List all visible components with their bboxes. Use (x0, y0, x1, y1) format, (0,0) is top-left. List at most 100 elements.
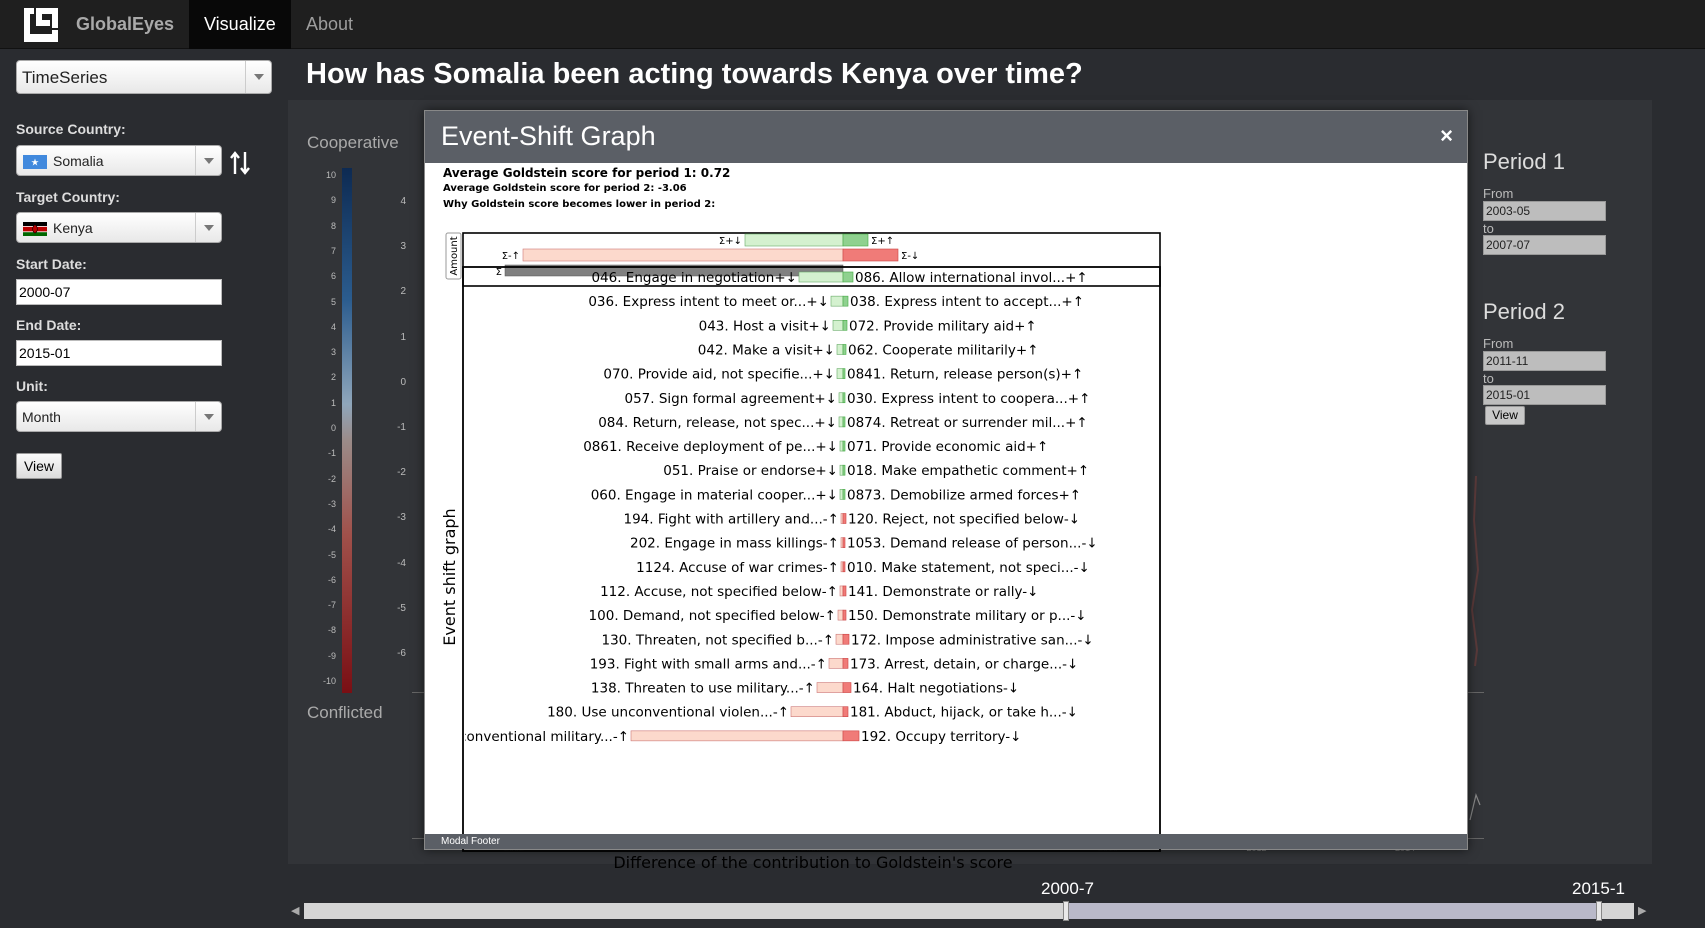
close-icon[interactable]: × (1440, 123, 1453, 149)
scale-tick-label: -3 (327, 498, 336, 509)
period2-to-input[interactable] (1483, 385, 1606, 405)
view-type-value: TimeSeries (22, 68, 108, 87)
unit-select[interactable]: Month (16, 401, 222, 432)
event-left-label: 195. Employ unconventional military...-↑ (425, 729, 629, 745)
period1-to-input[interactable] (1483, 235, 1606, 255)
event-left-label: 194. Fight with artillery and...-↑ (624, 512, 840, 528)
period1-from-label: From (1483, 186, 1514, 201)
event-right-label: 192. Occupy territory-↓ (861, 729, 1021, 745)
view-button[interactable]: View (16, 453, 62, 479)
event-left-bar (836, 368, 844, 379)
event-left-bar (837, 609, 844, 621)
scale-tick-label: -2 (327, 473, 336, 484)
event-row: 138. Threaten to use military...-↑ 164. H… (591, 681, 1019, 697)
event-right-bar (842, 368, 846, 379)
summary-right-bar (842, 248, 899, 262)
event-left-bar (839, 440, 844, 452)
globaleyes-logo-icon[interactable] (22, 6, 60, 44)
summary-left-bar (522, 248, 844, 262)
event-right-label: 072. Provide military aid+↑ (849, 318, 1037, 334)
event-row: 060. Engage in material cooper...+↓ 0873.… (591, 487, 1081, 503)
event-right-bar (842, 320, 848, 331)
event-right-bar (842, 730, 860, 742)
event-row: 042. Make a visit+↓ 062. Cooperate milita… (698, 342, 1039, 358)
cooperative-label: Cooperative (307, 133, 399, 152)
event-row: 0861. Receive deployment of pe...+↓ 071. … (583, 439, 1048, 455)
event-row: 180. Use unconventional violen...-↑ 181. … (547, 705, 1078, 721)
period2-from-label: From (1483, 336, 1514, 351)
y-tick-label: 4 (400, 196, 406, 207)
conflicted-label: Conflicted (307, 703, 383, 722)
scale-tick-label: 2 (330, 372, 336, 383)
nav-visualize[interactable]: Visualize (189, 0, 291, 49)
target-country-label: Target Country: (16, 189, 120, 205)
end-date-input[interactable] (16, 340, 222, 366)
event-row: 1124. Accuse of war crimes-↑ 010. Make st… (636, 560, 1090, 576)
event-right-bar (842, 416, 846, 428)
scale-tick-label: 3 (330, 347, 336, 358)
page-title: How has Somalia been acting towards Keny… (306, 58, 1083, 90)
source-country-label: Source Country: (16, 121, 126, 137)
summary-right-bar (842, 233, 869, 247)
source-country-select[interactable]: Somalia (16, 145, 222, 176)
scale-tick-label: 9 (330, 195, 336, 206)
scale-tick-label: -1 (327, 448, 336, 459)
event-right-bar (842, 464, 846, 476)
event-left-bar (828, 658, 844, 669)
y-tick-label: 1 (400, 331, 406, 343)
slider-left-arrow-icon[interactable]: ◀ (291, 904, 299, 917)
y-tick-label: -2 (397, 467, 406, 479)
event-shift-graph: Amount Σ+↓ Σ+↑ Σ-↑ Σ-↓ Σ Event shift graph 046.… (425, 232, 1161, 872)
scale-tick-label: 6 (330, 271, 336, 282)
nav-about[interactable]: About (291, 0, 368, 49)
event-left-bar (832, 320, 844, 331)
period1-from-input[interactable] (1483, 201, 1606, 221)
event-right-label: 1053. Demand release of person...-↓ (847, 536, 1098, 552)
event-left-label: 112. Accuse, not specified below-↑ (600, 584, 838, 600)
brand-name[interactable]: GlobalEyes (76, 14, 174, 35)
event-right-label: 173. Arrest, detain, or charge...-↓ (850, 656, 1078, 672)
start-date-label: Start Date: (16, 256, 87, 272)
chevron-down-icon (195, 146, 221, 175)
swap-countries-icon[interactable] (230, 150, 250, 176)
event-left-label: 036. Express intent to meet or...+↓ (588, 294, 829, 310)
event-left-bar (838, 392, 844, 404)
event-right-label: 062. Cooperate militarily+↑ (848, 342, 1039, 358)
start-date-input[interactable] (16, 279, 222, 305)
target-country-select[interactable]: Kenya (16, 212, 222, 243)
view-type-select[interactable]: TimeSeries (16, 60, 272, 94)
y-tick-label: -5 (397, 602, 406, 614)
period2-title: Period 2 (1483, 299, 1565, 324)
event-right-bar (842, 585, 847, 597)
slider-end-handle[interactable] (1596, 901, 1602, 921)
y-tick-label: -1 (397, 422, 406, 433)
period-view-button[interactable]: View (1485, 406, 1525, 425)
event-right-label: 120. Reject, not specified below-↓ (848, 512, 1080, 528)
event-right-label: 038. Express intent to accept...+↑ (850, 294, 1084, 310)
period2-from-input[interactable] (1483, 351, 1606, 371)
y-tick-label: -4 (397, 557, 406, 569)
event-row: 130. Threaten, not specified b...-↑ 172. … (602, 632, 1094, 648)
scale-tick-label: 5 (330, 296, 336, 307)
slider-right-arrow-icon[interactable]: ▶ (1638, 904, 1646, 917)
end-date-label: End Date: (16, 317, 82, 333)
event-right-bar (842, 392, 846, 404)
event-left-bar (630, 730, 844, 742)
period2-to-label: to (1483, 371, 1494, 386)
event-right-bar (842, 513, 847, 524)
timeseries-line-fragment (1469, 475, 1481, 821)
somalia-flag-icon (23, 155, 47, 169)
event-right-label: 164. Halt negotiations-↓ (853, 681, 1019, 697)
summary-left-label: Σ+↓ (719, 236, 742, 247)
y-tick-label: -3 (397, 512, 406, 524)
scale-tick-label: 8 (330, 220, 336, 231)
event-right-label: 0841. Return, release person(s)+↑ (847, 367, 1083, 383)
period1-title: Period 1 (1483, 149, 1565, 174)
event-left-label: 180. Use unconventional violen...-↑ (547, 705, 789, 721)
event-right-bar (842, 489, 846, 500)
stat-why: Why Goldstein score becomes lower in per… (443, 199, 716, 210)
event-row: 112. Accuse, not specified below-↑ 141. D… (600, 584, 1038, 600)
event-left-bar (839, 585, 844, 597)
event-left-label: 042. Make a visit+↓ (698, 342, 835, 358)
summary-sum-label: Σ (496, 267, 502, 278)
